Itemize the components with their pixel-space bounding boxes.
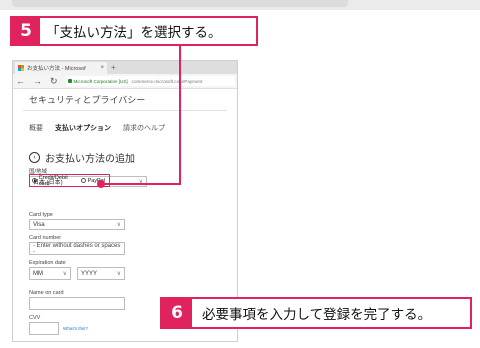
step-6-number: 6 <box>162 299 192 327</box>
url-field[interactable]: Microsoft Corporation [US] commerce.micr… <box>65 76 235 86</box>
connector-line-vertical <box>179 46 181 185</box>
back-arrow-icon[interactable]: ← <box>16 76 25 86</box>
add-payment-header: ‹ お支払い方法の追加 <box>29 150 227 165</box>
card-type-value: Visa <box>33 221 45 228</box>
forward-arrow-icon[interactable]: → <box>33 76 42 86</box>
tab-bar: お支払い方法 - Microsof × + <box>13 61 237 74</box>
lock-icon <box>67 79 72 83</box>
card-number-placeholder: - Enter without dashes or spaces - <box>33 242 121 255</box>
name-input[interactable] <box>29 297 125 310</box>
paypal-radio[interactable] <box>80 178 86 183</box>
step-5-text: 「支払い方法」を選択する。 <box>46 25 222 41</box>
connector-line-horizontal <box>101 183 181 185</box>
add-payment-title: お支払い方法の追加 <box>45 154 135 165</box>
step-5-callout: 5 「支払い方法」を選択する。 <box>10 16 258 46</box>
exp-month-select[interactable]: MM ∨ <box>29 267 71 280</box>
credit-card-radio[interactable] <box>32 178 37 183</box>
tab-title: お支払い方法 - Microsof <box>27 66 86 72</box>
cvv-input[interactable] <box>29 322 59 335</box>
top-strip-inner <box>12 0 348 7</box>
refresh-icon[interactable]: ↻ <box>50 76 58 86</box>
card-type-select[interactable]: Visa ∨ <box>29 219 125 230</box>
site-identity: Microsoft Corporation [US] <box>73 78 128 84</box>
connector-dot <box>97 180 105 188</box>
card-number-label: Card number <box>29 235 62 241</box>
exp-year-value: YYYY <box>81 270 98 277</box>
step-6-callout: 6 必要事項を入力して登録を完了する。 <box>160 297 472 329</box>
new-tab-icon[interactable]: + <box>111 62 116 74</box>
page-nav: 概要 支払いオプション 請求のヘルプ <box>29 123 227 133</box>
exp-month-value: MM <box>33 270 43 277</box>
exp-year-select[interactable]: YYYY ∨ <box>77 267 125 280</box>
step-5-number: 5 <box>12 18 40 44</box>
nav-billing-help[interactable]: 請求のヘルプ <box>123 123 165 133</box>
back-circle-icon[interactable]: ‹ <box>29 152 40 163</box>
page-title: セキュリティとプライバシー <box>23 89 227 111</box>
browser-tab[interactable]: お支払い方法 - Microsof × <box>15 62 107 74</box>
microsoft-logo-icon <box>18 65 24 71</box>
name-label: Name on card <box>29 290 64 296</box>
chevron-down-icon: ∨ <box>62 271 67 277</box>
step-6-text: 必要事項を入力して登録を完了する。 <box>202 307 432 323</box>
nav-overview[interactable]: 概要 <box>29 123 43 133</box>
nav-payment-options[interactable]: 支払いオプション <box>55 123 111 133</box>
expiration-label: Expiration date <box>29 260 66 266</box>
card-number-input[interactable]: - Enter without dashes or spaces - <box>29 242 125 255</box>
whats-this-link[interactable]: What's this? <box>63 326 88 331</box>
address-bar: ← → ↻ Microsoft Corporation [US] commerc… <box>13 74 237 89</box>
url-text: commerce.microsoft.com/Payment <box>131 78 203 84</box>
tab-close-icon[interactable]: × <box>100 65 104 71</box>
chevron-down-icon: ∨ <box>116 222 121 228</box>
chevron-down-icon: ∨ <box>116 271 121 277</box>
top-strip <box>0 0 480 10</box>
credit-card-label[interactable]: Credit/Debit card <box>39 175 77 187</box>
card-type-label: Card type <box>29 212 53 218</box>
